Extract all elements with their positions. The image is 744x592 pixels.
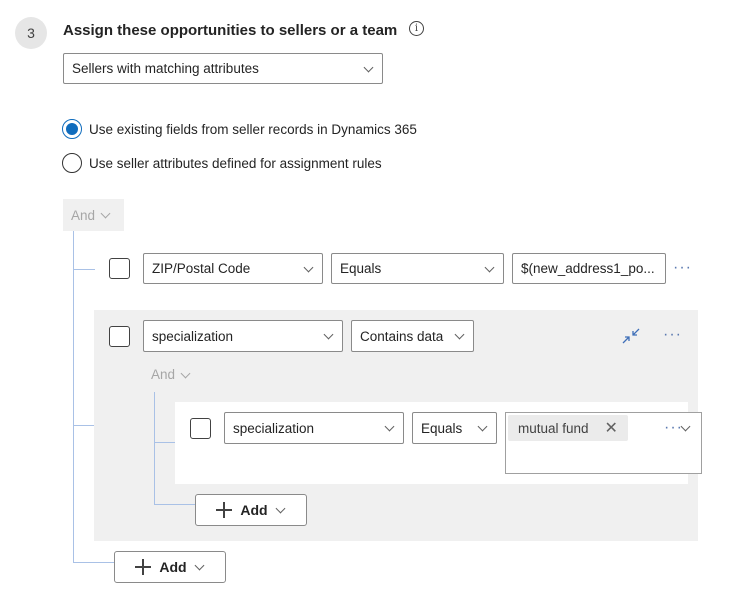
chevron-down-icon (478, 423, 488, 433)
subgroup-more-icon[interactable]: ··· (663, 327, 682, 343)
add-label: Add (240, 502, 268, 518)
step-number-badge: 3 (15, 17, 47, 49)
remove-tag-icon[interactable]: ✕ (605, 418, 618, 438)
collapse-icon[interactable] (621, 327, 641, 347)
inner-condition-operator-select[interactable]: Equals (412, 412, 497, 444)
chevron-down-icon (485, 264, 495, 274)
inner-condition-checkbox[interactable] (190, 418, 211, 439)
root-add-button[interactable]: Add (114, 551, 226, 583)
chevron-down-icon (364, 64, 374, 74)
chevron-down-icon (195, 562, 205, 572)
assign-to-select[interactable]: Sellers with matching attributes (63, 53, 383, 84)
condition-1-more-icon[interactable]: ··· (673, 260, 692, 276)
field-value: ZIP/Postal Code (152, 261, 251, 276)
plus-icon (135, 559, 152, 575)
condition-1-field-select[interactable]: ZIP/Postal Code (143, 253, 323, 284)
radio-button-unchecked[interactable] (62, 153, 82, 173)
subgroup-field-select[interactable]: specialization (143, 320, 343, 352)
chevron-down-icon (181, 370, 191, 380)
operator-label: And (151, 367, 176, 382)
subgroup-operator-select[interactable]: Contains data (351, 320, 474, 352)
operator-value: Equals (340, 261, 382, 276)
radio-label: Use seller attributes defined for assign… (89, 155, 382, 171)
connector-subgroup (73, 425, 94, 426)
chevron-down-icon (101, 210, 111, 220)
section-title: Assign these opportunities to sellers or… (63, 22, 398, 39)
operator-label: And (71, 207, 96, 223)
chevron-down-icon (681, 423, 691, 433)
chevron-down-icon (304, 264, 314, 274)
radio-button-checked[interactable] (62, 119, 82, 139)
inner-condition-field-select[interactable]: specialization (224, 412, 404, 444)
chevron-down-icon (276, 505, 286, 515)
field-value: specialization (233, 420, 315, 436)
operator-value: Equals (421, 420, 463, 436)
value-tag: mutual fund ✕ (508, 415, 628, 441)
operator-value: Contains data (360, 328, 444, 344)
condition-1-operator-select[interactable]: Equals (331, 253, 504, 284)
connector-inner-condition (154, 442, 175, 443)
condition-1-value-input[interactable]: $(new_address1_po... (512, 253, 666, 284)
chevron-down-icon (385, 423, 395, 433)
connector-condition-1 (73, 269, 95, 270)
connector-root-add (73, 562, 115, 563)
chevron-down-icon (324, 331, 334, 341)
subgroup-checkbox[interactable] (109, 326, 130, 347)
info-icon[interactable]: i (409, 21, 424, 36)
root-connector-vertical (73, 231, 74, 563)
subgroup-inner-operator[interactable]: And (151, 367, 191, 382)
condition-1-checkbox[interactable] (109, 258, 130, 279)
subgroup-add-button[interactable]: Add (195, 494, 307, 526)
radio-option-seller-attributes[interactable]: Use seller attributes defined for assign… (62, 153, 382, 173)
tag-label: mutual fund (518, 420, 589, 436)
radio-label: Use existing fields from seller records … (89, 121, 417, 137)
chevron-down-icon (455, 331, 465, 341)
radio-option-existing-fields[interactable]: Use existing fields from seller records … (62, 119, 417, 139)
inner-connector-vertical (154, 392, 155, 505)
value-dropdown-toggle[interactable] (681, 423, 691, 433)
connector-inner-add (154, 504, 196, 505)
assign-to-select-value: Sellers with matching attributes (72, 61, 259, 76)
field-value: specialization (152, 328, 234, 344)
value-text: $(new_address1_po... (521, 261, 655, 276)
plus-icon (216, 502, 233, 518)
add-label: Add (159, 559, 187, 575)
root-group-operator[interactable]: And (63, 199, 124, 231)
